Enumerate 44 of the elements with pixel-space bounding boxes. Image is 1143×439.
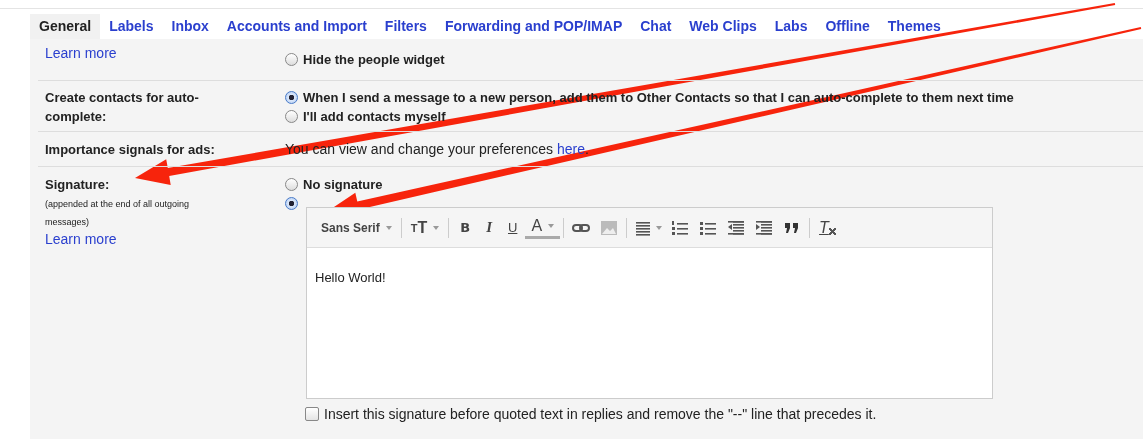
text-size-button[interactable]: TT — [404, 216, 446, 239]
option-label: Hide the people widget — [303, 52, 445, 67]
settings-tab[interactable]: Accounts and Import — [217, 14, 376, 39]
checkbox[interactable] — [305, 407, 319, 421]
settings-tab[interactable]: Chat — [631, 14, 681, 39]
settings-tab[interactable]: Labels — [100, 14, 163, 39]
caret-icon — [433, 225, 440, 230]
settings-tab[interactable]: Inbox — [162, 14, 218, 39]
remove-formatting-button[interactable]: T — [813, 216, 842, 239]
radio-button[interactable] — [285, 178, 298, 191]
settings-tab[interactable]: Web Clips — [680, 14, 766, 39]
bold-button[interactable]: B — [452, 216, 479, 239]
outdent-icon[interactable] — [727, 219, 746, 236]
settings-tab[interactable]: Themes — [878, 14, 950, 39]
learn-more-link[interactable]: Learn more — [45, 231, 285, 247]
settings-tab[interactable]: General — [30, 14, 101, 39]
caret-icon — [548, 224, 555, 228]
option-label: No signature — [303, 177, 383, 192]
numbered-list-icon[interactable] — [671, 219, 690, 236]
italic-button[interactable]: I — [478, 216, 500, 239]
setting-note: (appended at the end of all outgoing messages) — [45, 198, 191, 229]
settings-tab[interactable]: Offline — [816, 14, 879, 39]
bulleted-list-icon[interactable] — [699, 219, 718, 236]
here-link[interactable]: here — [556, 141, 585, 157]
setting-label: Signature: — [45, 176, 111, 194]
signature-text: Hello World! — [315, 270, 386, 285]
setting-label: Importance signals for ads: — [45, 141, 216, 159]
learn-more-link[interactable]: Learn more — [45, 45, 285, 61]
option-label: I'll add contacts myself — [303, 109, 446, 124]
checkbox-label: Insert this signature before quoted text in replies and remove the "--" line that precedes it. — [324, 406, 877, 422]
text-color-button[interactable]: A — [525, 216, 561, 239]
radio-button[interactable] — [285, 91, 298, 104]
radio-button[interactable] — [285, 197, 298, 210]
setting-label: Create contacts for auto-complete: — [45, 89, 200, 126]
font-dropdown[interactable]: Sans Serif — [315, 216, 398, 239]
caret-icon — [385, 225, 392, 230]
settings-tab[interactable]: Labs — [765, 14, 817, 39]
settings-tab[interactable]: Filters — [375, 14, 436, 39]
underline-button[interactable]: U — [500, 216, 526, 239]
indent-icon[interactable] — [755, 219, 774, 236]
radio-button[interactable] — [285, 53, 298, 66]
caret-icon — [656, 225, 663, 230]
settings-tab[interactable]: Forwarding and POP/IMAP — [435, 14, 632, 39]
radio-button[interactable] — [285, 110, 298, 123]
